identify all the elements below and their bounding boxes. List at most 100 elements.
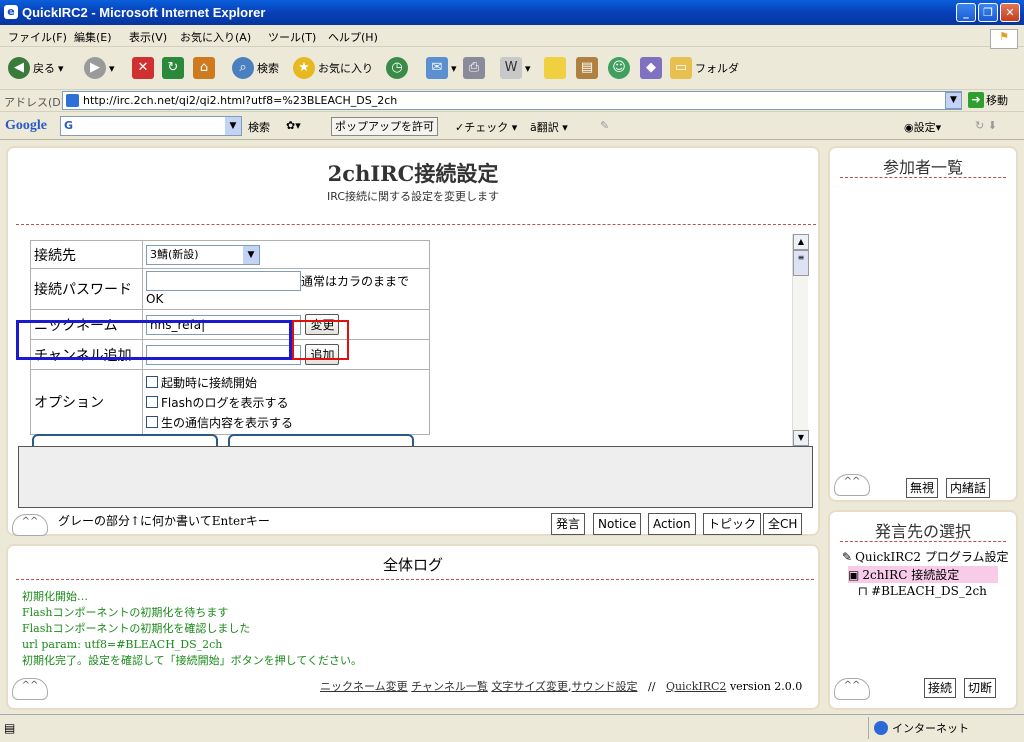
tools-button[interactable]: ◆	[640, 56, 662, 80]
history-icon: ◷	[386, 57, 408, 79]
scroll-thumb[interactable]: ≡	[793, 250, 809, 276]
ignore-button[interactable]: 無視	[906, 478, 939, 498]
translate-button[interactable]: ā翻訳 ▾	[530, 119, 568, 135]
history-button[interactable]: ◷	[386, 56, 408, 80]
password-input[interactable]	[146, 271, 301, 291]
tab-partial	[32, 434, 218, 446]
print-button[interactable]: ⎙	[463, 56, 485, 80]
address-label: アドレス(D)	[4, 96, 66, 109]
option-show-raw-traffic[interactable]: 生の通信内容を表示する	[146, 412, 426, 432]
forward-button[interactable]: ▶ ▾	[84, 56, 115, 80]
mail-button[interactable]: ✉ ▾	[426, 56, 457, 80]
spell-check-button[interactable]: ✓チェック ▾	[455, 119, 517, 135]
allow-popup-button[interactable]: ポップアップを許可	[331, 117, 438, 136]
minimize-button[interactable]: _	[956, 3, 976, 22]
option-show-flash-log[interactable]: Flashのログを表示する	[146, 392, 426, 412]
menu-edit[interactable]: 編集(E)	[74, 29, 112, 45]
close-button[interactable]: ✕	[1000, 3, 1020, 22]
google-search-input[interactable]: G ▼	[60, 116, 242, 136]
notes-button[interactable]	[544, 56, 566, 80]
research-button[interactable]: ▤	[576, 56, 598, 80]
log-lines: 初期化開始… Flashコンポーネントの初期化を待ちます Flashコンポーネン…	[22, 589, 802, 669]
address-input[interactable]: http://irc.2ch.net/qi2/qi2.html?utf8=%23…	[62, 91, 962, 110]
page-icon: ▤	[4, 721, 16, 735]
whisper-button[interactable]: 内緒話	[946, 478, 991, 498]
puzzle-icon[interactable]: ✿▾	[286, 119, 301, 132]
topic-button[interactable]: トピック	[703, 513, 762, 535]
scroll-up-button[interactable]: ▲	[793, 234, 809, 250]
window-title: QuickIRC2 - Microsoft Internet Explorer	[22, 5, 266, 20]
status-bar: ▤ インターネット	[0, 714, 1024, 742]
log-line: 初期化開始…	[22, 590, 88, 603]
folder-button[interactable]: ▭ フォルダ	[670, 56, 739, 80]
edit-button[interactable]: W ▾	[500, 56, 531, 80]
chevron-down-icon[interactable]: ▼	[225, 117, 241, 135]
face-icon: ^^	[834, 474, 870, 496]
message-input[interactable]	[18, 446, 813, 508]
research-icon: ▤	[576, 57, 598, 79]
menu-help[interactable]: ヘルプ(H)	[328, 29, 378, 45]
refresh-button[interactable]: ↻	[162, 56, 184, 80]
log-links: ニックネーム変更 チャンネル一覧 文字サイズ変更,サウンド設定 // Quick…	[320, 680, 803, 693]
note-icon	[544, 57, 566, 79]
back-button[interactable]: ◀ 戻る ▾	[8, 56, 64, 80]
log-line: url param: utf8=#BLEACH_DS_2ch	[22, 638, 223, 651]
go-arrow-icon: ➜	[968, 92, 984, 108]
stop-button[interactable]: ✕	[132, 56, 154, 80]
menu-favorites[interactable]: お気に入り(A)	[180, 29, 251, 45]
checkbox[interactable]	[146, 396, 158, 408]
channel-icon: ⊓	[858, 584, 869, 598]
google-search-button[interactable]: 検索	[248, 119, 270, 135]
tree-item-program-settings[interactable]: ✎ QuickIRC2 プログラム設定	[842, 548, 1009, 565]
messenger-button[interactable]: ☺	[608, 56, 630, 80]
refresh-icon: ↻ ⬇	[975, 119, 997, 132]
pencil-icon: ✎	[842, 549, 853, 564]
highlight-channel-field	[16, 320, 292, 360]
sound-settings-link[interactable]: サウンド設定	[572, 680, 638, 693]
messenger-icon: ☺	[608, 57, 630, 79]
server-label: 接続先	[30, 240, 143, 269]
security-zone: インターネット	[874, 720, 969, 736]
go-button[interactable]: ➜ 移動	[968, 92, 1008, 108]
address-dropdown[interactable]: ▼	[945, 92, 962, 109]
settings-button[interactable]: ◉設定▾	[904, 119, 941, 135]
scroll-down-button[interactable]: ▼	[793, 430, 809, 446]
vertical-scrollbar[interactable]: ▲ ≡ ▼	[792, 234, 809, 448]
menu-tools[interactable]: ツール(T)	[268, 29, 316, 45]
all-channels-button[interactable]: 全CH	[763, 513, 803, 535]
search-button[interactable]: ⌕ 検索	[232, 56, 279, 80]
tree-item-connection-settings[interactable]: ▣ 2chIRC 接続設定	[848, 566, 998, 583]
menu-file[interactable]: ファイル(F)	[8, 29, 67, 45]
tab-partial	[228, 434, 414, 446]
notice-button[interactable]: Notice	[593, 513, 642, 535]
say-button[interactable]: 発言	[551, 513, 586, 535]
checkbox[interactable]	[146, 416, 158, 428]
stop-icon: ✕	[132, 57, 154, 79]
back-arrow-icon: ◀	[8, 57, 30, 79]
home-button[interactable]: ⌂	[193, 56, 215, 80]
log-title: 全体ログ	[382, 556, 443, 574]
connect-button[interactable]: 接続	[924, 678, 957, 698]
disconnect-button[interactable]: 切断	[964, 678, 997, 698]
input-hint: グレーの部分↑に何か書いてEnterキー	[58, 514, 270, 528]
quickirc2-link[interactable]: QuickIRC2	[666, 680, 727, 693]
favorites-button[interactable]: ★ お気に入り	[293, 56, 373, 80]
menu-bar: ファイル(F) 編集(E) 表示(V) お気に入り(A) ツール(T) ヘルプ(…	[0, 25, 1024, 49]
maximize-button[interactable]: ❐	[978, 3, 998, 22]
tree-item-channel[interactable]: ⊓ #BLEACH_DS_2ch	[858, 584, 987, 598]
channel-list-link[interactable]: チャンネル一覧	[411, 680, 488, 693]
menu-view[interactable]: 表示(V)	[129, 29, 167, 45]
nickname-change-link[interactable]: ニックネーム変更	[320, 680, 408, 693]
server-select[interactable]: 3鯖(新設) ▼	[146, 244, 260, 265]
action-button[interactable]: Action	[648, 513, 696, 535]
checkbox[interactable]	[146, 376, 158, 388]
google-logo[interactable]: Google	[5, 118, 47, 134]
divider	[840, 541, 1006, 542]
window-title-bar: e QuickIRC2 - Microsoft Internet Explore…	[0, 0, 1024, 25]
members-list[interactable]	[838, 184, 1008, 464]
option-auto-connect[interactable]: 起動時に接続開始	[146, 372, 426, 392]
face-icon: ^^	[834, 678, 870, 700]
font-size-link[interactable]: 文字サイズ変更	[491, 680, 568, 693]
log-line: Flashコンポーネントの初期化を待ちます	[22, 606, 229, 619]
face-icon: ^^	[12, 514, 48, 536]
